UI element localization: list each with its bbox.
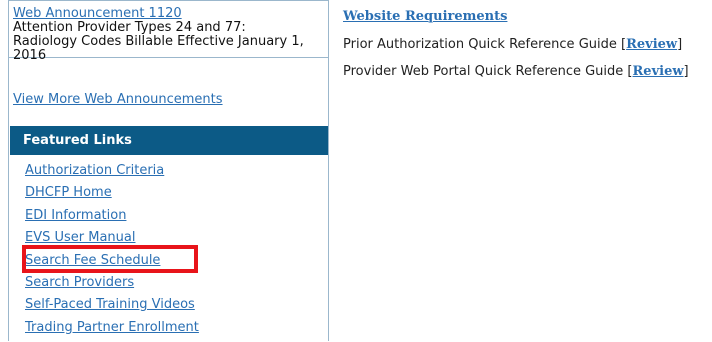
left-sidebar: Web Announcement 1120 Attention Provider… — [8, 0, 329, 341]
evs-user-manual-link[interactable]: EVS User Manual — [25, 230, 136, 245]
authorization-criteria-link[interactable]: Authorization Criteria — [25, 163, 164, 178]
requirement-item: Provider Web Portal Quick Reference Guid… — [343, 64, 689, 79]
list-item: Self-Paced Training Videos — [25, 297, 199, 319]
list-item: Authorization Criteria — [25, 163, 199, 185]
announcement-box: Web Announcement 1120 Attention Provider… — [9, 0, 328, 63]
review-link[interactable]: Review — [633, 64, 684, 79]
list-item: Trading Partner Enrollment — [25, 320, 199, 342]
review-link[interactable]: Review — [626, 37, 677, 52]
requirement-item: Prior Authorization Quick Reference Guid… — [343, 37, 683, 52]
dhcfp-home-link[interactable]: DHCFP Home — [25, 185, 112, 200]
highlight-box — [22, 245, 198, 273]
self-paced-training-videos-link[interactable]: Self-Paced Training Videos — [25, 297, 195, 312]
requirement-label: Prior Authorization Quick Reference Guid… — [343, 37, 617, 52]
list-item: Search Providers — [25, 275, 199, 297]
edi-information-link[interactable]: EDI Information — [25, 208, 126, 223]
requirement-label: Provider Web Portal Quick Reference Guid… — [343, 64, 624, 79]
view-more-announcements-link[interactable]: View More Web Announcements — [13, 92, 223, 107]
list-item: DHCFP Home — [25, 185, 199, 207]
trading-partner-enrollment-link[interactable]: Trading Partner Enrollment — [25, 320, 199, 335]
website-requirements-link[interactable]: Website Requirements — [343, 9, 507, 24]
announcement-text: Attention Provider Types 24 and 77: Radi… — [13, 20, 304, 63]
list-item: EDI Information — [25, 208, 199, 230]
search-providers-link[interactable]: Search Providers — [25, 275, 134, 290]
announcement-link[interactable]: Web Announcement 1120 — [13, 7, 328, 21]
featured-links-header: Featured Links — [10, 126, 328, 155]
